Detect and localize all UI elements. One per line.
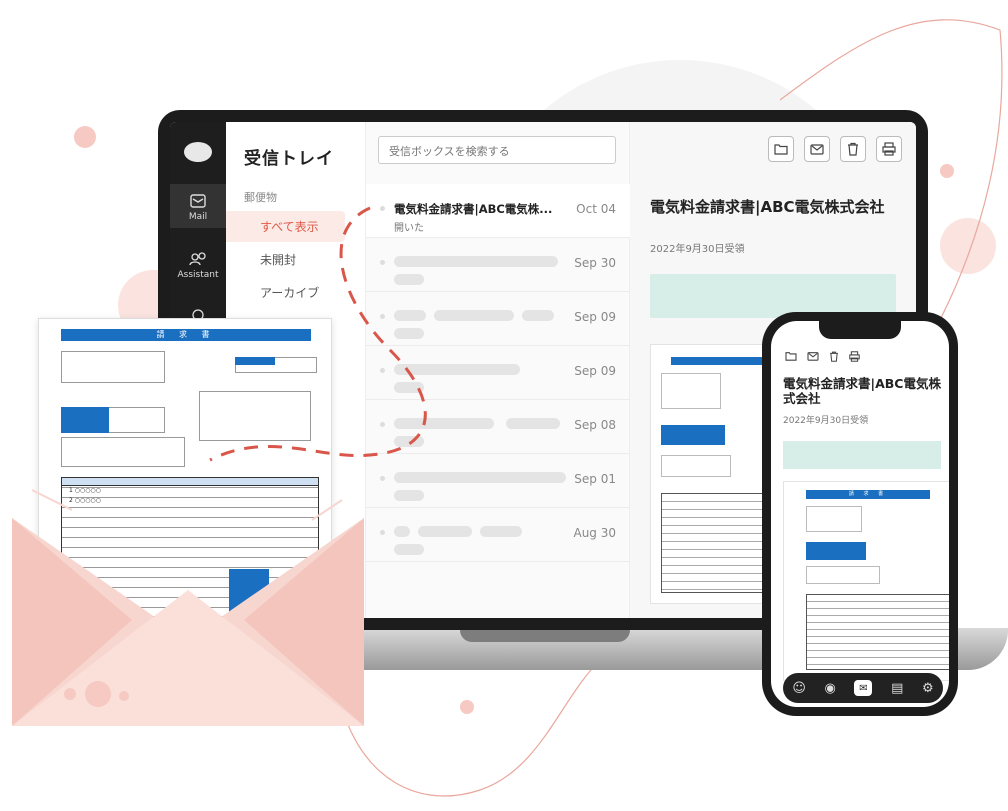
mail-icon[interactable]: ✉: [854, 680, 873, 696]
trash-icon[interactable]: [829, 351, 839, 362]
phone-toolbar: [785, 351, 860, 362]
support-icon[interactable]: ◉: [825, 681, 836, 696]
phone-document-preview[interactable]: 請 求 書: [783, 481, 949, 681]
mail-forward-icon[interactable]: [807, 351, 819, 361]
hero-illustration: Mail Assistant 受信トレイ 郵便物 すべて表示 未開封 アーカイブ…: [0, 0, 1008, 811]
phone-banner: [783, 441, 941, 469]
phone-detail-title: 電気料金請求書|ABC電気株式会社: [783, 376, 941, 406]
phone-notch: [819, 321, 901, 339]
phone-doc-table: [806, 594, 949, 670]
phone-received-date: 2022年9月30日受領: [783, 416, 869, 426]
phone-doc-total-box: [806, 542, 866, 560]
phone-bottom-nav: ☺ ◉ ✉ ▤ ⚙: [783, 673, 943, 703]
settings-icon[interactable]: ⚙: [922, 681, 934, 696]
folder-icon[interactable]: [785, 351, 797, 361]
print-icon[interactable]: [849, 351, 860, 362]
assistant-icon[interactable]: ☺: [792, 681, 806, 696]
phone-doc-heading: 請 求 書: [806, 490, 930, 499]
phone-doc-bank-box: [806, 566, 880, 584]
payment-icon[interactable]: ▤: [891, 681, 903, 696]
phone-doc-address-box: [806, 506, 862, 532]
phone-screen: 電気料金請求書|ABC電気株式会社 2022年9月30日受領 請 求 書 ☺ ◉…: [771, 321, 949, 707]
phone: 電気料金請求書|ABC電気株式会社 2022年9月30日受領 請 求 書 ☺ ◉…: [762, 312, 958, 716]
